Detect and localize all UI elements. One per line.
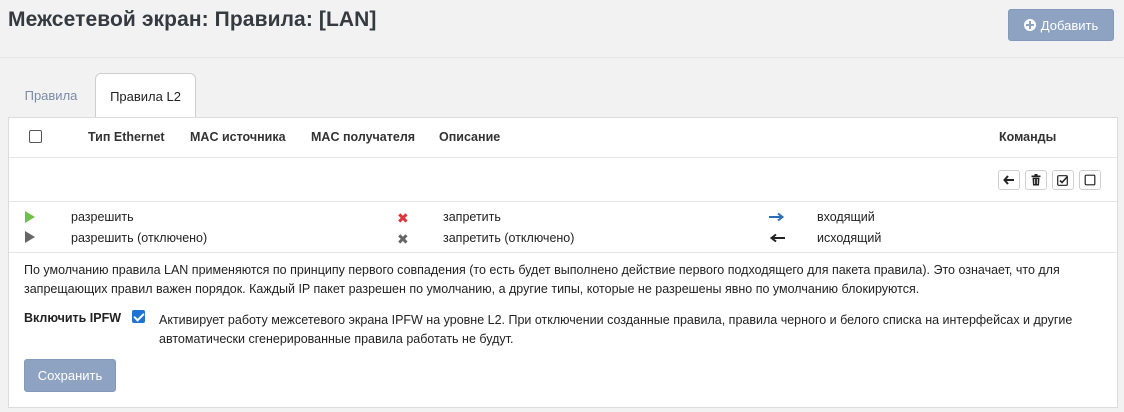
legend-out: исходящий [817,231,882,245]
plus-circle-icon [1023,19,1036,31]
save-button[interactable]: Сохранить [24,359,116,392]
disable-button[interactable] [1079,170,1101,190]
column-commands: Команды [999,130,1057,144]
arrow-left-icon [1003,175,1014,185]
legend-pass-disabled: разрешить (отключено) [71,231,208,245]
ipfw-label: Включить IPFW [24,311,122,325]
move-button[interactable] [998,170,1020,190]
block-icon: ✖ [397,210,409,226]
legend-block: запретить [443,210,501,224]
square-icon [1084,174,1096,186]
legend-in: входящий [817,210,875,224]
play-icon [25,211,35,223]
table-header: Тип Ethernet MAC источника MAC получател… [9,118,1117,158]
tab-rules[interactable]: Правила [8,73,94,117]
legend-pass: разрешить [71,210,134,224]
trash-icon [1031,174,1041,186]
tab-l2-rules[interactable]: Правила L2 [95,73,196,118]
ipfw-description: Активирует работу межсетевого экрана IPF… [159,313,1073,346]
legend-block-disabled: запретить (отключено) [443,231,575,245]
play-disabled-icon [25,231,35,243]
check-square-icon [1057,175,1069,186]
column-destination-mac[interactable]: MAC получателя [311,130,415,144]
info-text: По умолчанию правила LAN применяются по … [24,263,1060,296]
column-ethernet-type[interactable]: Тип Ethernet [88,130,165,144]
page-title: Межсетевой экран: Правила: [LAN] [8,8,377,31]
select-all-checkbox[interactable] [29,130,42,143]
legend: разрешить разрешить (отключено) ✖ запрет… [9,202,1117,253]
enable-button[interactable] [1052,170,1074,190]
add-button-label: Добавить [1040,17,1099,33]
block-disabled-icon: ✖ [397,231,409,247]
command-row [9,158,1117,202]
ipfw-checkbox[interactable] [132,310,145,323]
rules-panel: Тип Ethernet MAC источника MAC получател… [8,117,1118,408]
arrow-right-icon [769,212,785,222]
column-description[interactable]: Описание [439,130,500,144]
arrow-left-icon [769,233,785,243]
delete-button[interactable] [1025,170,1047,190]
add-button[interactable]: Добавить [1008,9,1114,41]
column-source-mac[interactable]: MAC источника [190,130,286,144]
header-divider [0,57,1124,58]
